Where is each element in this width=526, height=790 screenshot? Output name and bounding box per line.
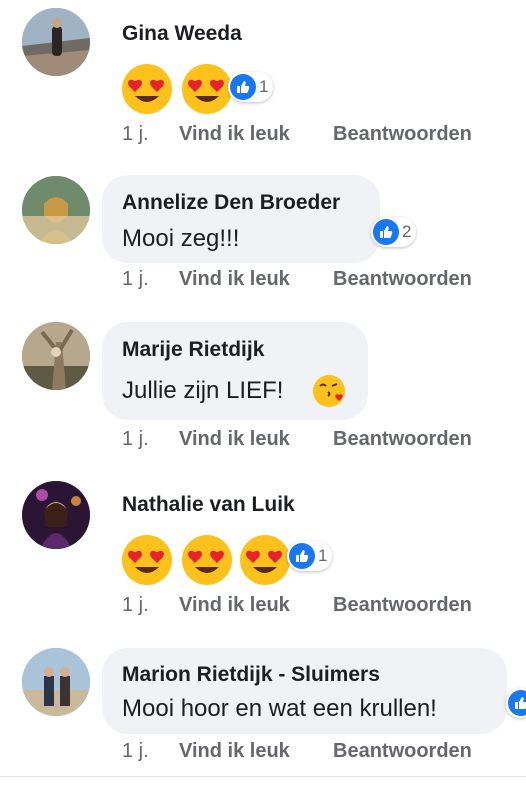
reaction-number: 1 — [259, 77, 269, 96]
like-button[interactable]: Vind ik leuk — [179, 740, 290, 763]
reaction-number: 1 — [318, 546, 328, 565]
reply-button[interactable]: Beantwoorden — [333, 123, 472, 146]
like-button[interactable]: Vind ik leuk — [179, 428, 290, 451]
avatar[interactable] — [22, 648, 90, 716]
heart-eyes-emoji — [122, 64, 172, 114]
reply-button[interactable]: Beantwoorden — [333, 428, 472, 451]
comment-text: Mooi hoor en wat een krullen! — [122, 695, 437, 722]
commenter-name[interactable]: Annelize Den Broeder — [122, 191, 340, 215]
like-icon — [289, 543, 315, 569]
heart-eyes-emoji — [122, 535, 172, 585]
avatar[interactable] — [22, 322, 90, 390]
avatar[interactable] — [22, 176, 90, 244]
timestamp[interactable]: 1 j. — [122, 594, 149, 617]
reply-button[interactable]: Beantwoorden — [333, 740, 472, 763]
heart-eyes-emoji — [240, 535, 290, 585]
commenter-name[interactable]: Gina Weeda — [122, 22, 242, 46]
reaction-count[interactable]: 1 — [287, 541, 333, 571]
like-icon — [508, 690, 526, 716]
comment-text: Jullie zijn LIEF! — [122, 377, 284, 404]
reply-button[interactable]: Beantwoorden — [333, 268, 472, 291]
like-icon — [230, 74, 256, 100]
reaction-count[interactable]: 2 — [371, 217, 417, 247]
avatar[interactable] — [22, 481, 90, 549]
reaction-count[interactable]: 1 — [228, 72, 274, 102]
timestamp[interactable]: 1 j. — [122, 740, 149, 763]
comment-text: Mooi zeg!!! — [122, 225, 240, 252]
timestamp[interactable]: 1 j. — [122, 268, 149, 291]
heart-eyes-emoji — [182, 535, 232, 585]
commenter-name[interactable]: Marije Rietdijk — [122, 338, 264, 362]
heart-eyes-emoji — [182, 64, 232, 114]
like-button[interactable]: Vind ik leuk — [179, 123, 290, 146]
divider — [0, 776, 526, 777]
reaction-count[interactable] — [506, 688, 526, 718]
reaction-number: 2 — [402, 222, 412, 241]
reply-button[interactable]: Beantwoorden — [333, 594, 472, 617]
timestamp[interactable]: 1 j. — [122, 123, 149, 146]
timestamp[interactable]: 1 j. — [122, 428, 149, 451]
like-button[interactable]: Vind ik leuk — [179, 268, 290, 291]
like-button[interactable]: Vind ik leuk — [179, 594, 290, 617]
like-icon — [373, 219, 399, 245]
kissing-heart-emoji — [313, 375, 345, 407]
commenter-name[interactable]: Nathalie van Luik — [122, 493, 295, 517]
commenter-name[interactable]: Marion Rietdijk - Sluimers — [122, 663, 380, 687]
avatar[interactable] — [22, 8, 90, 76]
